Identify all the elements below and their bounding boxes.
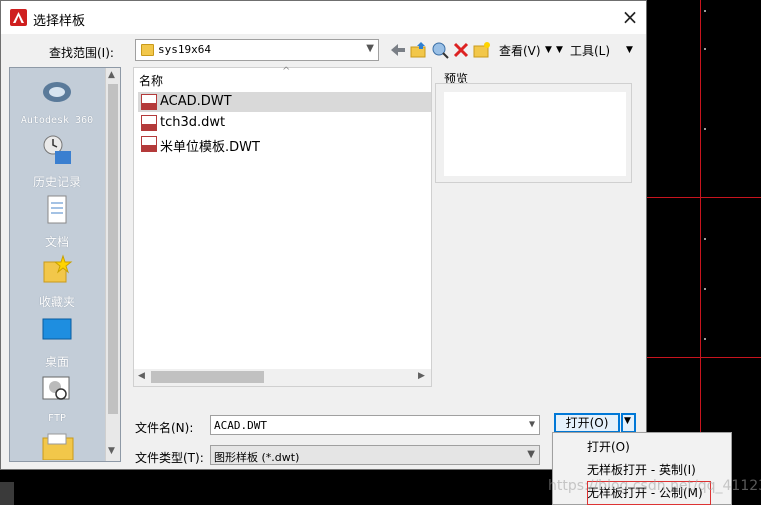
preview-canvas xyxy=(444,92,626,176)
place-favorites[interactable]: 收藏夹 xyxy=(10,254,104,310)
place-ftp[interactable]: FTP xyxy=(10,374,104,424)
menu-item-open-imperial[interactable]: 无样板打开 - 英制(I) xyxy=(587,461,696,478)
place-label: 文档 xyxy=(44,235,69,249)
cad-grid-line xyxy=(700,0,701,505)
file-name: ACAD.DWT xyxy=(160,94,232,109)
sort-up-icon: ^ xyxy=(282,66,291,77)
place-label: 历史记录 xyxy=(32,175,81,189)
folder-icon[interactable] xyxy=(42,432,74,460)
file-list-hscrollbar[interactable]: ◀ ▶ xyxy=(134,369,431,386)
open-options-button[interactable]: ▼ xyxy=(621,413,636,433)
delete-icon[interactable] xyxy=(452,41,470,59)
place-desktop[interactable]: 桌面 xyxy=(10,314,104,370)
desktop-icon xyxy=(42,318,72,340)
filetype-label: 文件类型(T): xyxy=(135,451,204,465)
dwt-file-icon xyxy=(141,115,157,131)
cad-grid-line xyxy=(647,197,761,198)
scroll-down-icon[interactable]: ▼ xyxy=(108,446,115,456)
history-icon xyxy=(43,135,71,164)
cad-grid-line xyxy=(647,357,761,358)
places-scroll-thumb[interactable] xyxy=(108,84,118,414)
dwt-file-icon xyxy=(141,136,157,152)
cad-ruler xyxy=(0,482,14,505)
filetype-value: 图形样板 (*.dwt) xyxy=(214,451,300,464)
place-label: 收藏夹 xyxy=(38,295,75,309)
filename-label: 文件名(N): xyxy=(135,421,194,435)
tools-menu[interactable]: 工具(L) xyxy=(570,42,610,59)
places-scrollbar[interactable]: ▲ ▼ xyxy=(105,68,120,461)
up-folder-icon[interactable] xyxy=(410,41,428,59)
document-icon xyxy=(47,195,67,224)
dwt-file-icon xyxy=(141,94,157,110)
scroll-left-icon[interactable]: ◀ xyxy=(138,371,145,381)
place-label: 桌面 xyxy=(44,355,69,369)
back-icon[interactable] xyxy=(389,41,407,59)
cad-grid-dot xyxy=(704,338,706,340)
place-documents[interactable]: 文档 xyxy=(10,194,104,250)
file-row[interactable]: ACAD.DWT xyxy=(138,92,431,112)
view-menu[interactable]: 查看(V) xyxy=(499,42,541,59)
lookin-value: sys19x64 xyxy=(158,43,211,56)
ftp-icon xyxy=(42,376,70,400)
place-autodesk-360[interactable]: Autodesk 360 xyxy=(10,76,104,126)
chevron-down-icon: ▼ xyxy=(624,416,631,426)
place-label: FTP xyxy=(47,413,67,424)
scroll-right-icon[interactable]: ▶ xyxy=(418,371,425,381)
tools-dropdown-arrow-icon[interactable]: ▼ xyxy=(556,45,563,55)
cad-grid-dot xyxy=(704,48,706,50)
autocad-logo-icon xyxy=(10,9,27,26)
file-name: 米单位模板.DWT xyxy=(160,140,260,155)
dialog-title: 选择样板 xyxy=(33,14,86,29)
filename-value: ACAD.DWT xyxy=(214,419,267,432)
scroll-up-icon[interactable]: ▲ xyxy=(108,70,115,80)
chevron-down-icon: ▼ xyxy=(527,449,535,460)
title-bar[interactable]: 选择样板 × xyxy=(1,1,646,34)
select-template-dialog: 选择样板 × 查找范围(I): sys19x64 ▼ 查看(V) ▼ 工具(L)… xyxy=(0,0,647,470)
file-list[interactable]: 名称 ^ ACAD.DWT tch3d.dwt 米单位模板.DWT ◀ ▶ xyxy=(133,66,432,387)
lookin-label: 查找范围(I): xyxy=(49,46,114,60)
close-icon: × xyxy=(621,5,639,29)
cloud-icon xyxy=(43,82,71,102)
filename-input[interactable]: ACAD.DWT ▼ xyxy=(210,415,540,435)
open-button[interactable]: 打开(O) xyxy=(554,413,620,433)
file-name: tch3d.dwt xyxy=(160,115,226,130)
cad-grid-dot xyxy=(704,288,706,290)
cad-grid-dot xyxy=(704,128,706,130)
place-label: Autodesk 360 xyxy=(20,115,94,126)
open-options-menu: 打开(O) 无样板打开 - 英制(I) 无样板打开 - 公制(M) xyxy=(552,432,732,505)
new-folder-icon[interactable] xyxy=(473,41,491,59)
lookin-dropdown[interactable]: sys19x64 ▼ xyxy=(135,39,379,61)
chevron-down-icon[interactable]: ▼ xyxy=(529,419,535,430)
column-header-name[interactable]: 名称 xyxy=(139,72,163,89)
view-dropdown-arrow-icon[interactable]: ▼ xyxy=(545,45,552,55)
cad-grid-dot xyxy=(704,10,706,12)
favorites-icon xyxy=(43,254,73,283)
filetype-dropdown[interactable]: 图形样板 (*.dwt) ▼ xyxy=(210,445,540,465)
folder-icon xyxy=(141,44,154,56)
search-web-icon[interactable] xyxy=(431,41,449,59)
file-row[interactable]: 米单位模板.DWT xyxy=(138,134,431,155)
preview-panel xyxy=(435,83,632,183)
chevron-down-icon: ▼ xyxy=(366,43,374,54)
close-button[interactable]: × xyxy=(617,5,643,29)
watermark-text: https://blog.csdn.net/qq_4112341 xyxy=(548,478,761,494)
hscroll-thumb[interactable] xyxy=(151,371,264,383)
places-sidebar: Autodesk 360 历史记录 文档 收藏夹 桌面 FTP ▲ ▼ xyxy=(9,67,121,462)
menu-item-open[interactable]: 打开(O) xyxy=(587,438,630,455)
tools-dropdown-arrow-icon[interactable]: ▼ xyxy=(626,45,633,55)
file-row[interactable]: tch3d.dwt xyxy=(138,113,431,133)
cad-grid-dot xyxy=(704,238,706,240)
place-history[interactable]: 历史记录 xyxy=(10,134,104,190)
